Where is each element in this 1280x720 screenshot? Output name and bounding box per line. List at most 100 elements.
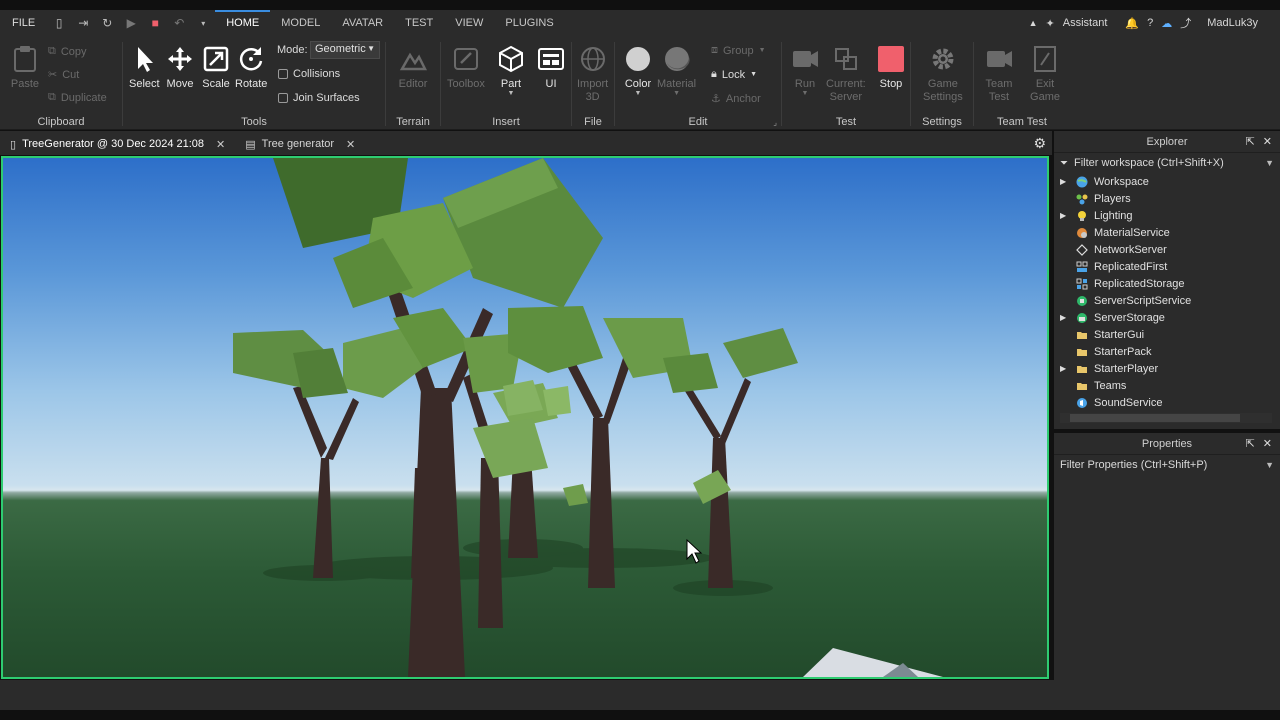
tree-item-starterplayer[interactable]: ▶ StarterPlayer	[1054, 360, 1280, 377]
stop-icon[interactable]: ■	[148, 16, 162, 30]
file-menu[interactable]: FILE	[0, 17, 47, 29]
undo-icon[interactable]: ↶	[172, 16, 186, 30]
doc-tab-place[interactable]: ▯ TreeGenerator @ 30 Dec 2024 21:08 ✕	[0, 133, 236, 155]
move-button[interactable]: Move	[165, 44, 195, 90]
scrollbar-thumb[interactable]	[1070, 414, 1240, 422]
join-surfaces-checkbox[interactable]	[278, 93, 288, 103]
3d-viewport[interactable]	[1, 156, 1049, 679]
lock-icon: 🔒︎	[711, 68, 717, 80]
expand-arrow-icon[interactable]: ▶	[1060, 177, 1074, 186]
tab-avatar[interactable]: AVATAR	[331, 10, 394, 36]
viewport-settings-gear-icon[interactable]: ⚙	[1033, 135, 1046, 152]
tab-view[interactable]: VIEW	[444, 10, 494, 36]
publish-icon[interactable]: ⇥	[76, 16, 90, 30]
current-server-button[interactable]: Current: Server	[826, 44, 866, 104]
play-icon[interactable]: ▶	[124, 16, 138, 30]
anchor-button[interactable]: ⚓︎ Anchor	[711, 92, 761, 106]
insert-group: Toolbox Part ▼ UI Insert	[441, 36, 571, 130]
notifications-icon[interactable]: 🔔	[1125, 17, 1139, 30]
explorer-filter-input[interactable]: Filter workspace (Ctrl+Shift+X)	[1074, 157, 1224, 169]
chevron-down-icon[interactable]: ▼	[1265, 158, 1274, 168]
scale-button[interactable]: Scale	[201, 44, 231, 90]
mode-select[interactable]: Geometric ▼	[310, 41, 380, 59]
tab-model[interactable]: MODEL	[270, 10, 331, 36]
tree-item-teams[interactable]: Teams	[1054, 377, 1280, 394]
new-file-icon[interactable]: ▯	[52, 16, 66, 30]
tree-item-label: Lighting	[1094, 209, 1133, 222]
tree-item-replicatedstorage[interactable]: ReplicatedStorage	[1054, 275, 1280, 292]
import-3d-button[interactable]: Import 3D	[577, 44, 608, 104]
expand-group-icon[interactable]: ⌟	[773, 118, 777, 127]
lock-button[interactable]: 🔒︎ Lock ▼	[711, 68, 757, 81]
tree-item-label: Players	[1094, 192, 1131, 205]
menu-bar: FILE ▯ ⇥ ↻ ▶ ■ ↶ ▾ HOME MODEL AVATAR TES…	[0, 10, 1280, 36]
copy-button[interactable]: ⧉ Copy	[48, 45, 87, 58]
join-surfaces-toggle[interactable]: Join Surfaces	[278, 92, 360, 104]
tab-plugins[interactable]: PLUGINS	[494, 10, 564, 36]
color-button[interactable]: Color ▼	[623, 44, 653, 97]
cut-icon: ✂	[48, 69, 58, 81]
select-button[interactable]: Select	[129, 44, 160, 90]
tab-home[interactable]: HOME	[215, 10, 271, 36]
tree-item-networkserver[interactable]: NetworkServer	[1054, 241, 1280, 258]
collapse-ribbon-icon[interactable]: ▲	[1029, 18, 1038, 28]
run-button[interactable]: Run ▼	[790, 44, 820, 97]
team-test-button[interactable]: Team Test	[984, 44, 1014, 104]
tools-label: Tools	[241, 116, 267, 128]
tree-item-lighting[interactable]: ▶ Lighting	[1054, 207, 1280, 224]
explorer-filter[interactable]: ⏷ Filter workspace (Ctrl+Shift+X) ▼	[1054, 153, 1280, 173]
group-label: Group	[723, 44, 754, 57]
stop-button[interactable]: Stop	[876, 44, 906, 90]
customize-icon[interactable]: ▾	[196, 16, 210, 30]
expand-arrow-icon[interactable]: ▶	[1060, 211, 1074, 220]
cut-button[interactable]: ✂ Cut	[48, 68, 79, 82]
collisions-checkbox[interactable]	[278, 69, 288, 79]
tree-item-serverstorage[interactable]: ▶ ServerStorage	[1054, 309, 1280, 326]
expand-arrow-icon[interactable]: ▶	[1060, 313, 1074, 322]
game-settings-button[interactable]: Game Settings	[923, 44, 963, 104]
properties-filter[interactable]: Filter Properties (Ctrl+Shift+P) ▼	[1054, 455, 1280, 475]
close-icon[interactable]: ✕	[1263, 135, 1272, 148]
team-test-label-1: Team	[985, 78, 1013, 90]
close-icon[interactable]: ✕	[1263, 437, 1272, 450]
rotate-button[interactable]: Rotate	[235, 44, 267, 90]
tree-item-soundservice[interactable]: SoundService	[1054, 394, 1280, 411]
tree-item-serverscriptservice[interactable]: ServerScriptService	[1054, 292, 1280, 309]
toolbox-button[interactable]: Toolbox	[447, 44, 485, 90]
username[interactable]: MadLuk3y	[1207, 17, 1258, 29]
terrain-editor-button[interactable]: Editor	[398, 44, 428, 90]
cloud-icon[interactable]: ☁	[1161, 17, 1172, 30]
collisions-toggle[interactable]: Collisions	[278, 68, 340, 80]
help-icon[interactable]: ?	[1147, 17, 1153, 29]
explorer-horizontal-scrollbar[interactable]	[1060, 413, 1272, 423]
group-button[interactable]: ⧈ Group ▼	[711, 44, 766, 57]
part-cube-icon	[496, 44, 526, 74]
undock-icon[interactable]: ⇱	[1246, 437, 1255, 450]
share-icon[interactable]: ⤴	[1180, 15, 1191, 31]
chevron-down-icon[interactable]: ▼	[1265, 460, 1274, 470]
close-icon[interactable]: ✕	[346, 138, 355, 151]
tree-item-replicatedfirst[interactable]: ReplicatedFirst	[1054, 258, 1280, 275]
assistant-button[interactable]: Assistant	[1063, 17, 1108, 29]
redo-icon[interactable]: ↻	[100, 16, 114, 30]
tree-item-players[interactable]: Players	[1054, 190, 1280, 207]
tree-item-starterpack[interactable]: StarterPack	[1054, 343, 1280, 360]
chevron-down-icon: ▼	[801, 90, 809, 97]
undock-icon[interactable]: ⇱	[1246, 135, 1255, 148]
part-button[interactable]: Part ▼	[496, 44, 526, 97]
expand-arrow-icon[interactable]: ▶	[1060, 364, 1074, 373]
doc-tab-script[interactable]: ▤ Tree generator ✕	[235, 133, 365, 155]
ui-button[interactable]: UI	[536, 44, 566, 90]
close-icon[interactable]: ✕	[216, 138, 225, 151]
paste-button[interactable]: Paste	[10, 44, 40, 90]
material-button[interactable]: Material ▼	[657, 44, 696, 97]
exit-game-button[interactable]: Exit Game	[1030, 44, 1060, 104]
rotate-icon	[236, 44, 266, 74]
tree-item-workspace[interactable]: ▶ Workspace	[1054, 173, 1280, 190]
tree-item-materialservice[interactable]: MaterialService	[1054, 224, 1280, 241]
properties-filter-input[interactable]: Filter Properties (Ctrl+Shift+P)	[1060, 459, 1207, 471]
tree-item-startergui[interactable]: StarterGui	[1054, 326, 1280, 343]
duplicate-button[interactable]: ⧉ Duplicate	[48, 91, 107, 104]
doc-tab-title: Tree generator	[261, 138, 335, 150]
tab-test[interactable]: TEST	[394, 10, 444, 36]
